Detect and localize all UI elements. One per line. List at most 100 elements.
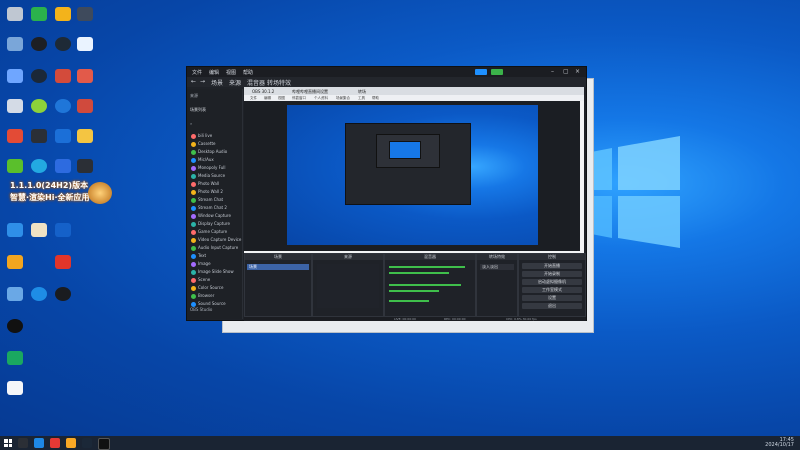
- settings-button[interactable]: 设置: [522, 295, 582, 301]
- app-icon[interactable]: [52, 252, 74, 274]
- app-icon[interactable]: [52, 66, 74, 88]
- app-icon[interactable]: [52, 156, 74, 178]
- obs-menu-help[interactable]: 帮助: [243, 69, 253, 76]
- dock-mixer[interactable]: 混音器: [384, 253, 476, 317]
- app-icon[interactable]: [52, 126, 74, 148]
- scene-item[interactable]: 场景: [247, 264, 309, 270]
- transition-select[interactable]: 淡入淡出: [480, 264, 514, 270]
- app-icon[interactable]: [4, 156, 26, 178]
- sidebar-item[interactable]: Browser: [191, 293, 243, 301]
- file-icon[interactable]: [4, 378, 26, 400]
- obs-menu-file[interactable]: 文件: [192, 69, 202, 76]
- sidebar-item[interactable]: Cassette: [191, 141, 243, 149]
- app-icon[interactable]: [52, 96, 74, 118]
- app-icon[interactable]: [28, 4, 50, 26]
- app-icon[interactable]: [52, 34, 74, 56]
- obs-titlebar: 文件 编辑 视图 帮助 – ▢ ×: [187, 67, 586, 77]
- dock-controls[interactable]: 控制 开始直播 开始录制 启动虚拟摄像机 工作室模式 设置 退出: [518, 253, 586, 317]
- system-tray[interactable]: 17:45 2024/10/17: [765, 438, 794, 448]
- app-icon[interactable]: [28, 34, 50, 56]
- sidebar-item[interactable]: Photo Wall: [191, 181, 243, 189]
- app-icon[interactable]: [4, 252, 26, 274]
- sidebar-item[interactable]: Color Source: [191, 285, 243, 293]
- app-icon[interactable]: [74, 66, 96, 88]
- steam-icon[interactable]: [28, 66, 50, 88]
- app-icon[interactable]: [74, 34, 96, 56]
- virtual-camera-button[interactable]: 启动虚拟摄像机: [522, 279, 582, 285]
- app-icon[interactable]: [52, 220, 74, 242]
- sidebar-item[interactable]: Mic/Aux: [191, 157, 243, 165]
- sidebar-item[interactable]: Display Capture: [191, 221, 243, 229]
- folder-icon[interactable]: [74, 126, 96, 148]
- app-icon[interactable]: [28, 126, 50, 148]
- browser-tab-1[interactable]: OBS 30.1.2: [252, 89, 274, 94]
- studio-mode-button[interactable]: 工作室模式: [522, 287, 582, 293]
- obs-menu-edit[interactable]: 编辑: [209, 69, 219, 76]
- app-icon[interactable]: [4, 96, 26, 118]
- sidebar-item[interactable]: Image: [191, 261, 243, 269]
- minimize-icon[interactable]: –: [551, 68, 554, 75]
- sidebar-item[interactable]: Stream Chat: [191, 197, 243, 205]
- app-icon[interactable]: [4, 316, 26, 338]
- preview-canvas[interactable]: [244, 101, 580, 251]
- search-icon[interactable]: ⌕: [190, 121, 240, 128]
- app-icon[interactable]: [4, 284, 26, 306]
- blue-action-button[interactable]: [475, 69, 487, 75]
- app-icon[interactable]: [52, 4, 74, 26]
- search-icon[interactable]: [18, 438, 28, 448]
- app-icon[interactable]: [4, 66, 26, 88]
- app-icon[interactable]: [4, 220, 26, 242]
- app-icon[interactable]: [74, 96, 96, 118]
- obs-window[interactable]: 文件 编辑 视图 帮助 – ▢ × ← → 场景 来源 混音器 转场特效 来源 …: [186, 66, 587, 321]
- sidebar-item-label: bili live: [198, 133, 213, 138]
- sidebar-footer: OBS Studio: [190, 307, 213, 312]
- app-icon[interactable]: [4, 4, 26, 26]
- app-icon[interactable]: [4, 34, 26, 56]
- start-button[interactable]: [4, 439, 12, 447]
- tab-sources[interactable]: 来源: [229, 78, 241, 87]
- edge-icon[interactable]: [34, 438, 44, 448]
- sidebar-item[interactable]: Media Source: [191, 173, 243, 181]
- app-icon[interactable]: [28, 96, 50, 118]
- maximize-icon[interactable]: ▢: [563, 68, 569, 75]
- app-icon[interactable]: [66, 438, 76, 448]
- sidebar-item[interactable]: Window Capture: [191, 213, 243, 221]
- sidebar-item[interactable]: Monopoly Full: [191, 165, 243, 173]
- start-recording-button[interactable]: 开始录制: [522, 271, 582, 277]
- tab-mixer[interactable]: 混音器: [247, 78, 265, 87]
- dock-transitions[interactable]: 转场特效 淡入淡出: [476, 253, 518, 317]
- app-icon[interactable]: [28, 284, 50, 306]
- sidebar-item[interactable]: Audio Input Capture: [191, 245, 243, 253]
- back-icon[interactable]: ←: [191, 78, 196, 85]
- tab-transitions[interactable]: 转场特效: [267, 78, 291, 87]
- tab-scenes[interactable]: 场景: [211, 78, 223, 87]
- app-icon[interactable]: [4, 126, 26, 148]
- app-icon[interactable]: [28, 156, 50, 178]
- start-streaming-button[interactable]: 开始直播: [522, 263, 582, 269]
- sidebar-item[interactable]: Desktop Audio: [191, 149, 243, 157]
- sidebar-item[interactable]: Scene: [191, 277, 243, 285]
- sidebar-item[interactable]: Image Slide Show: [191, 269, 243, 277]
- sidebar-item[interactable]: bili live: [191, 133, 243, 141]
- sidebar-item[interactable]: Video Capture Device: [191, 237, 243, 245]
- sidebar-item[interactable]: Stream Chat 2: [191, 205, 243, 213]
- close-icon[interactable]: ×: [575, 68, 580, 75]
- app-icon[interactable]: [50, 438, 60, 448]
- green-action-button[interactable]: [491, 69, 503, 75]
- app-icon[interactable]: [74, 4, 96, 26]
- app-icon[interactable]: [74, 156, 96, 178]
- exit-button[interactable]: 退出: [522, 303, 582, 309]
- app-icon[interactable]: [52, 284, 74, 306]
- dock-scenes[interactable]: 场景 场景: [244, 253, 312, 317]
- app-icon[interactable]: [4, 348, 26, 370]
- forward-icon[interactable]: →: [200, 78, 205, 85]
- obs-icon[interactable]: [98, 438, 110, 450]
- sidebar-item[interactable]: Game Capture: [191, 229, 243, 237]
- sidebar-item[interactable]: Photo Wall 2: [191, 189, 243, 197]
- app-icon[interactable]: [28, 220, 50, 242]
- dock-sources[interactable]: 来源: [312, 253, 384, 317]
- sidebar-item[interactable]: Text: [191, 253, 243, 261]
- steam-icon[interactable]: [82, 438, 92, 448]
- obs-menu-view[interactable]: 视图: [226, 69, 236, 76]
- source-icon: [191, 141, 196, 147]
